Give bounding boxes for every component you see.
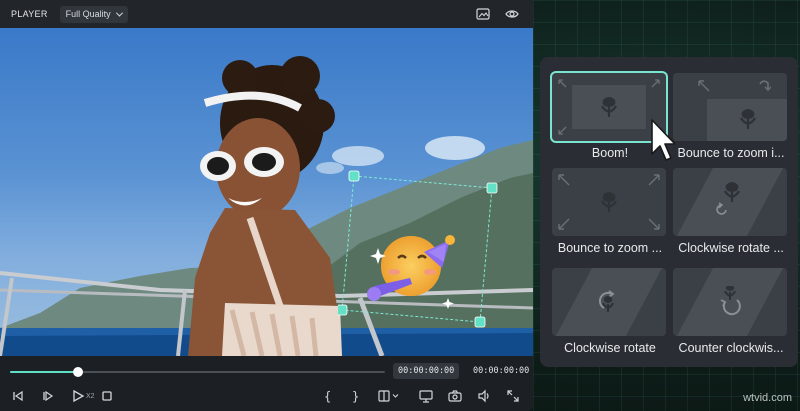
fullscreen-monitor-icon[interactable]	[418, 388, 434, 404]
arrow-diagonal-icon	[648, 218, 660, 230]
flower-icon	[724, 182, 740, 202]
effect-thumbnail	[673, 73, 787, 141]
mark-out-icon[interactable]: }	[348, 388, 364, 404]
effect-tile-clockwise-rotate-alt[interactable]: Clockwise rotate ...	[673, 168, 787, 255]
image-snapshot-icon[interactable]	[476, 7, 490, 21]
svg-text:}: }	[352, 390, 359, 404]
player-controls: X2 { }	[0, 382, 533, 411]
arrow-diagonal-icon	[558, 79, 567, 88]
chevron-down-icon	[115, 9, 123, 17]
quality-dropdown[interactable]: Full Quality	[59, 5, 128, 23]
playback-speed[interactable]: X2	[86, 393, 95, 400]
effect-thumbnail	[673, 268, 787, 336]
effect-tile-counter-clockwise[interactable]: Counter clockwis...	[673, 268, 787, 355]
effect-tile-clockwise-rotate[interactable]: Clockwise rotate	[552, 268, 666, 355]
mark-in-icon[interactable]: {	[320, 388, 336, 404]
effect-label: Clockwise rotate ...	[678, 241, 784, 255]
arrow-diagonal-icon	[698, 80, 710, 92]
effect-thumbnail	[552, 268, 666, 336]
previous-frame-icon[interactable]	[10, 388, 26, 404]
effects-panel: Boom! Bounce to zoom i... Bounce to zoom…	[540, 57, 798, 367]
quality-value: Full Quality	[65, 9, 111, 19]
player-window: PLAYER Full Quality 00:00:00:00 00:00:00…	[0, 0, 533, 411]
effect-tile-boom[interactable]: Boom!	[552, 73, 666, 160]
effect-thumbnail	[673, 168, 787, 236]
sticker-selection-box[interactable]	[338, 168, 500, 336]
svg-text:{: {	[324, 390, 331, 404]
rotate-flower-icon	[720, 286, 741, 316]
next-frame-icon[interactable]	[40, 388, 56, 404]
scrubber-handle[interactable]	[72, 367, 83, 377]
rotate-flower-icon	[598, 290, 615, 312]
play-icon[interactable]	[70, 388, 86, 404]
flower-icon	[601, 192, 617, 212]
rotate-arrow-icon	[759, 80, 771, 91]
effect-thumbnail	[552, 73, 666, 141]
effect-thumbnail	[552, 168, 666, 236]
flower-icon	[601, 97, 617, 117]
arrow-diagonal-icon	[558, 218, 570, 230]
effect-label: Bounce to zoom i...	[677, 146, 785, 160]
seek-bar: 00:00:00:00 00:00:00:00	[0, 356, 533, 380]
timeline-scrubber[interactable]	[10, 367, 385, 377]
render-preview-icon[interactable]	[377, 388, 401, 404]
effect-label: Clockwise rotate	[564, 341, 656, 355]
app-root: PLAYER Full Quality 00:00:00:00 00:00:00…	[0, 0, 800, 411]
player-topbar: PLAYER Full Quality	[0, 0, 533, 28]
eye-icon[interactable]	[505, 7, 519, 21]
player-title: PLAYER	[11, 9, 48, 19]
video-preview[interactable]	[0, 28, 533, 356]
watermark: wtvid.com	[743, 392, 792, 404]
expand-icon[interactable]	[505, 388, 521, 404]
current-time[interactable]: 00:00:00:00	[393, 363, 460, 379]
arrow-diagonal-icon	[648, 174, 660, 186]
effect-label: Bounce to zoom ...	[557, 241, 663, 255]
effect-tile-bounce-zoom-in[interactable]: Bounce to zoom i...	[673, 73, 787, 160]
arrow-diagonal-icon	[651, 79, 660, 88]
stop-icon[interactable]	[99, 388, 115, 404]
rotate-arrow-icon	[716, 202, 727, 215]
mouse-cursor-icon	[651, 119, 676, 161]
flower-icon	[740, 109, 756, 129]
total-time: 00:00:00:00	[473, 366, 530, 376]
effect-label: Counter clockwis...	[678, 341, 784, 355]
camera-snapshot-icon[interactable]	[447, 388, 463, 404]
arrow-diagonal-icon	[558, 126, 567, 135]
scrubber-progress	[10, 371, 78, 373]
arrow-diagonal-icon	[558, 174, 570, 186]
volume-icon[interactable]	[476, 388, 492, 404]
effect-tile-bounce-zoom[interactable]: Bounce to zoom ...	[552, 168, 666, 255]
